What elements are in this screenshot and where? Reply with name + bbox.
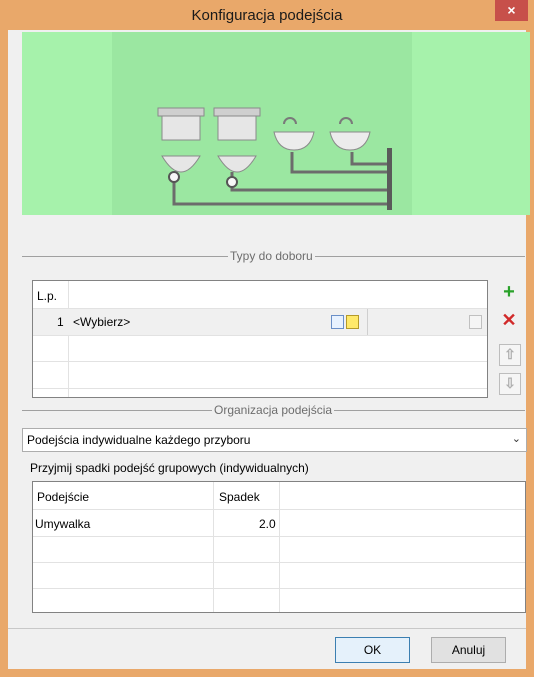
types-grid[interactable]: L.p. 1 <Wybierz> <box>32 280 488 398</box>
organization-section-title: Organizacja podejścia <box>212 403 335 417</box>
grid-row-separator <box>33 588 525 589</box>
move-up-button[interactable]: ⇧ <box>499 344 521 366</box>
grid-row-separator <box>33 361 487 362</box>
slopes-label: Przyjmij spadki podejść grupowych (indyw… <box>30 461 309 475</box>
column-header-lp: L.p. <box>37 289 58 303</box>
types-section-title: Typy do doboru <box>228 249 315 263</box>
table-row[interactable]: 1 <Wybierz> <box>33 309 487 335</box>
organization-dropdown-value: Podejścia indywidualne każdego przyboru <box>27 433 251 447</box>
slopes-grid[interactable]: Podejście Spadek Umywalka 2.0 <box>32 481 526 613</box>
close-button[interactable]: × <box>495 0 528 21</box>
grid-col-separator <box>279 482 280 612</box>
organization-dropdown[interactable]: Podejścia indywidualne każdego przyboru … <box>22 428 527 452</box>
column-header-approach: Podejście <box>37 490 90 504</box>
window-title: Konfiguracja podejścia <box>191 7 343 24</box>
delete-type-button[interactable]: ✕ <box>499 311 519 331</box>
move-down-button[interactable]: ⇩ <box>499 373 521 395</box>
grid-col-separator <box>213 482 214 612</box>
yellow-picker-icon[interactable] <box>346 315 359 329</box>
cancel-button[interactable]: Anuluj <box>431 637 506 663</box>
grid-row-separator <box>33 335 487 336</box>
add-type-button[interactable]: + <box>499 282 519 303</box>
approach-name-cell[interactable]: Umywalka <box>35 517 90 531</box>
configuration-preview <box>22 32 530 215</box>
grid-row-separator <box>33 536 525 537</box>
column-header-slope: Spadek <box>219 490 260 504</box>
dialog-window: Konfiguracja podejścia × Typy do doboru … <box>0 0 534 677</box>
grid-row-separator <box>33 562 525 563</box>
type-select-cell[interactable]: <Wybierz> <box>73 315 130 329</box>
blue-picker-icon[interactable] <box>331 315 344 329</box>
footer-separator <box>8 628 526 629</box>
row-number: 1 <box>57 315 64 329</box>
title-bar[interactable]: Konfiguracja podejścia × <box>0 0 534 30</box>
cell-separator <box>367 309 368 335</box>
grid-col-separator <box>68 281 69 397</box>
ok-button[interactable]: OK <box>335 637 410 663</box>
chevron-down-icon: ⌄ <box>511 433 521 445</box>
grid-row-separator <box>33 388 487 389</box>
clear-icon[interactable] <box>469 315 482 329</box>
fixtures-schematic-icon <box>157 107 392 210</box>
grid-row-separator <box>33 509 525 510</box>
slope-value-cell[interactable]: 2.0 <box>259 517 276 531</box>
